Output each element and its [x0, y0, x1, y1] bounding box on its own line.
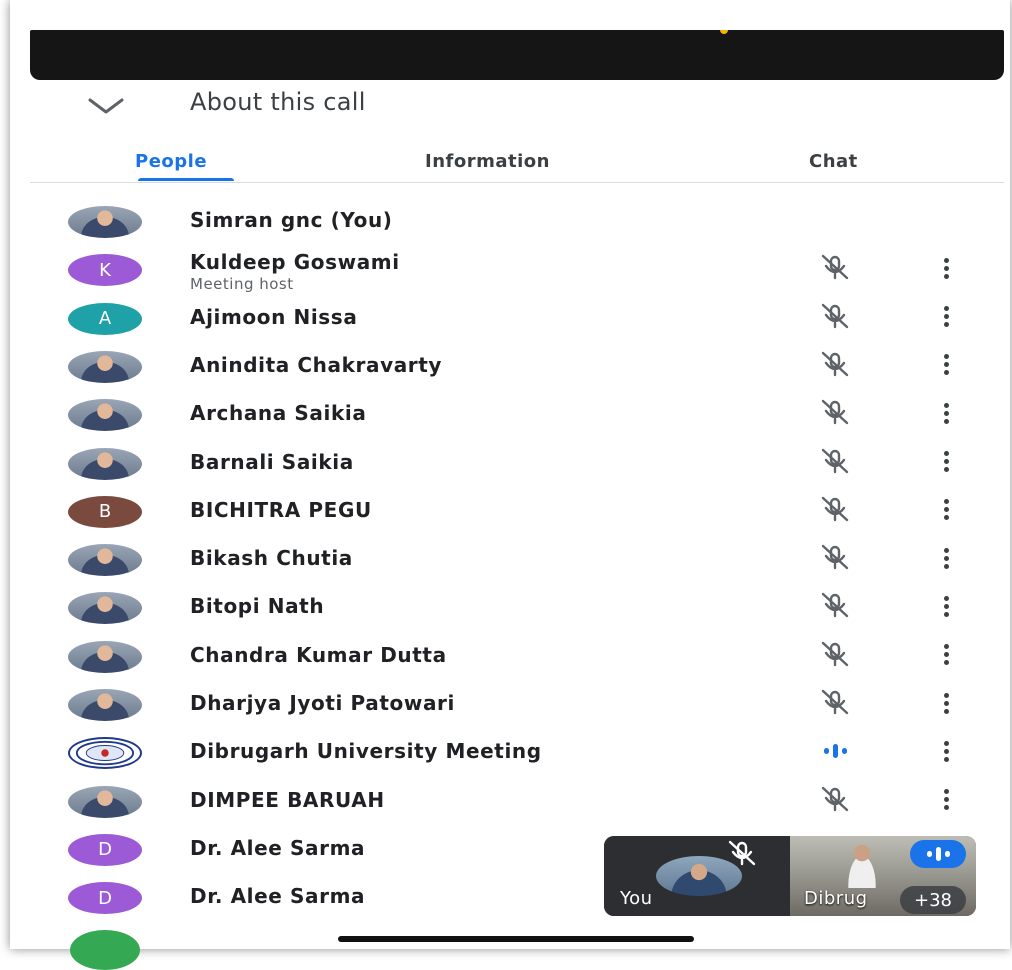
participant-name: Bikash Chutia — [190, 546, 353, 571]
avatar — [68, 206, 142, 238]
avatar — [68, 785, 142, 818]
participant-row[interactable]: A Ajimoon Nissa — [0, 293, 1012, 341]
avatar — [68, 592, 142, 625]
participant-name: Chandra Kumar Dutta — [190, 642, 447, 667]
more-vert-icon[interactable] — [936, 495, 956, 525]
participant-row[interactable]: Archana Saikia — [0, 389, 1012, 437]
mic-off-icon[interactable] — [814, 785, 856, 815]
pip-speaker-label: Dibrug — [804, 888, 868, 909]
avatar — [68, 640, 142, 673]
participant-name: BICHITRA PEGU — [190, 497, 372, 522]
participant-name: Dibrugarh University Meeting — [190, 739, 542, 764]
participant-row[interactable]: Dharjya Jyoti Patowari — [0, 679, 1012, 727]
avatar — [68, 689, 142, 721]
participant-name: Simran gnc (You) — [190, 208, 393, 232]
chevron-down-icon[interactable] — [86, 94, 126, 118]
participant-name: DIMPEE BARUAH — [190, 787, 385, 812]
more-vert-icon[interactable] — [936, 398, 956, 428]
mic-off-icon[interactable] — [814, 543, 856, 573]
participant-name: Dharjya Jyoti Patowari — [190, 691, 455, 715]
mic-off-icon[interactable] — [814, 640, 856, 670]
avatar — [68, 544, 142, 577]
participant-row[interactable]: DIMPEE BARUAH — [0, 776, 1012, 824]
participant-name: Dr. Alee Sarma — [190, 835, 366, 860]
participant-row[interactable]: Bitopi Nath — [0, 582, 1012, 630]
avatar-initial: D — [98, 887, 112, 909]
participant-name: Barnali Saikia — [190, 449, 354, 474]
participant-name: Anindita Chakravarty — [190, 352, 443, 377]
avatar — [68, 350, 142, 383]
mic-off-icon[interactable] — [814, 253, 856, 283]
mic-off-icon — [728, 840, 756, 866]
mic-off-icon[interactable] — [814, 495, 856, 525]
participant-row[interactable]: Anindita Chakravarty — [0, 341, 1012, 389]
indicator-dot — [720, 30, 728, 34]
avatar-initial: D — [98, 839, 112, 861]
avatar: D — [68, 882, 142, 915]
mic-off-icon[interactable] — [814, 447, 856, 477]
participant-row[interactable]: Barnali Saikia — [0, 438, 1012, 486]
more-vert-icon[interactable] — [936, 543, 956, 573]
more-vert-icon[interactable] — [936, 350, 956, 380]
avatar: K — [68, 254, 142, 287]
participant-name: Bitopi Nath — [190, 594, 325, 619]
mic-off-icon[interactable] — [814, 398, 856, 428]
more-vert-icon[interactable] — [936, 688, 956, 718]
avatar: D — [68, 833, 142, 866]
avatar — [68, 447, 142, 480]
participant-row[interactable]: B BICHITRA PEGU — [0, 486, 1012, 534]
page-title: About this call — [190, 88, 366, 116]
participant-name: Kuldeep Goswami — [190, 250, 400, 275]
avatar: B — [68, 495, 142, 528]
participant-name: Ajimoon Nissa — [190, 304, 358, 329]
more-vert-icon[interactable] — [936, 447, 956, 477]
participant-name: Dr. Alee Sarma — [190, 884, 366, 909]
university-logo-icon — [75, 741, 135, 766]
home-indicator[interactable] — [338, 936, 694, 942]
participant-row[interactable]: Dibrugarh University Meeting — [0, 727, 1012, 775]
more-vert-icon[interactable] — [936, 640, 956, 670]
avatar-initial: A — [98, 308, 112, 330]
participant-row[interactable]: Chandra Kumar Dutta — [0, 631, 1012, 679]
avatar — [70, 930, 140, 970]
tab-people[interactable]: People — [135, 140, 207, 182]
mic-off-icon[interactable] — [814, 302, 856, 332]
mic-off-icon[interactable] — [814, 591, 856, 621]
speaker-video — [842, 842, 882, 888]
more-vert-icon[interactable] — [936, 785, 956, 815]
audio-level-icon — [814, 736, 856, 766]
participant-role: Meeting host — [190, 275, 294, 294]
participant-row[interactable]: K Kuldeep Goswami Meeting host — [0, 244, 1012, 294]
more-participants-badge[interactable]: +38 — [900, 886, 966, 914]
avatar — [68, 399, 142, 432]
active-tab-indicator — [138, 178, 234, 181]
more-vert-icon[interactable] — [936, 736, 956, 766]
audio-level-icon — [910, 840, 966, 868]
more-vert-icon[interactable] — [936, 302, 956, 332]
tab-chat[interactable]: Chat — [809, 140, 858, 182]
participant-row[interactable]: Bikash Chutia — [0, 534, 1012, 582]
more-vert-icon[interactable] — [936, 591, 956, 621]
tab-information[interactable]: Information — [425, 140, 550, 182]
video-area — [30, 30, 1004, 80]
avatar-initial: K — [99, 259, 111, 281]
avatar-initial: B — [98, 501, 112, 523]
mic-off-icon[interactable] — [814, 688, 856, 718]
pip-self-label: You — [620, 888, 653, 909]
more-vert-icon[interactable] — [936, 253, 956, 283]
participant-name: Archana Saikia — [190, 401, 367, 426]
tab-bar: People Information Chat — [30, 140, 1004, 183]
avatar — [68, 737, 142, 770]
participant-row[interactable]: Simran gnc (You) — [0, 196, 1012, 244]
mic-off-icon[interactable] — [814, 350, 856, 380]
avatar: A — [68, 302, 142, 335]
